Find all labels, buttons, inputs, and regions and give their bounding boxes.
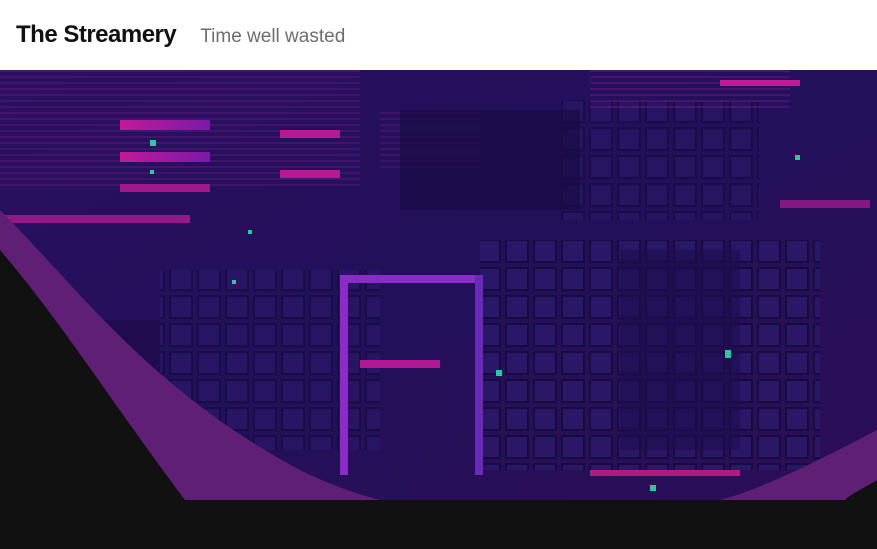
page-footer-strip: [0, 500, 877, 549]
site-header: The Streamery Time well wasted: [0, 0, 877, 70]
hero-banner: [0, 70, 877, 500]
circuit-board-hero-image: [0, 70, 877, 500]
site-tagline: Time well wasted: [200, 25, 346, 47]
site-title-link[interactable]: The Streamery: [16, 21, 177, 49]
